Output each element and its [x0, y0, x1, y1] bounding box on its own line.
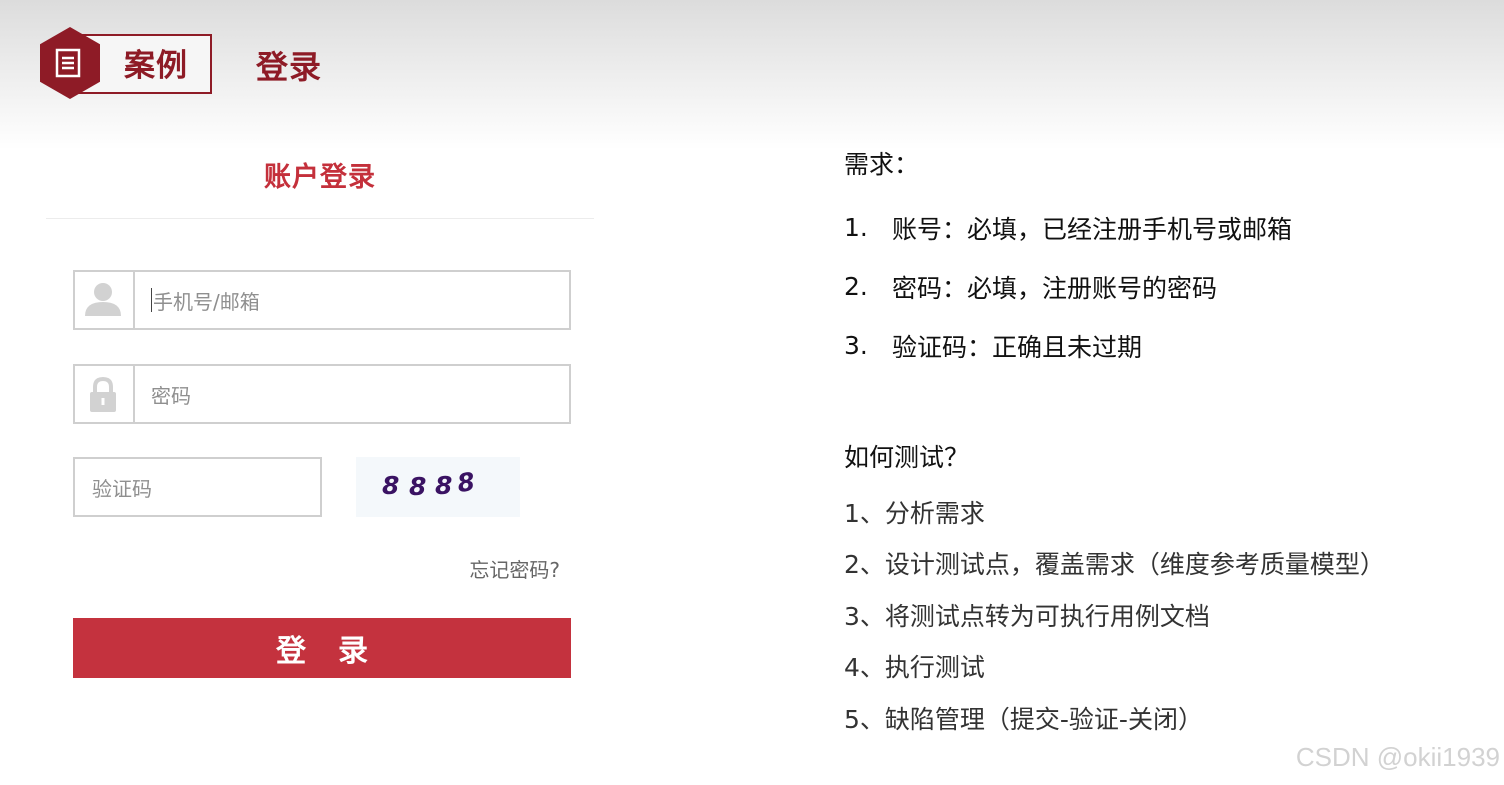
account-field-icon-box	[75, 272, 135, 328]
login-button[interactable]: 登录	[73, 618, 571, 678]
requirement-text: 验证码：正确且未过期	[892, 332, 1143, 362]
how-to-test-heading: 如何测试？	[844, 443, 970, 472]
header-background	[0, 0, 1504, 150]
case-badge-label: 案例	[124, 48, 188, 84]
page-title: 登录	[256, 48, 323, 86]
test-steps-list: 1、分析需求 2、设计测试点，覆盖需求（维度参考质量模型） 3、将测试点转为可执…	[844, 486, 1385, 744]
captcha-image[interactable]: 8 8 8 8	[356, 457, 520, 517]
watermark: CSDN @okii1939	[1295, 742, 1500, 772]
account-field-text[interactable]: 手机号/邮箱	[151, 272, 260, 328]
captcha-field[interactable]: 验证码	[73, 457, 322, 517]
requirements-heading: 需求：	[844, 150, 920, 179]
requirement-item: 2. 密码：必填，注册账号的密码	[844, 257, 1292, 316]
requirement-item: 3. 验证码：正确且未过期	[844, 316, 1292, 375]
captcha-placeholder: 验证码	[92, 476, 152, 501]
account-placeholder: 手机号/邮箱	[153, 289, 260, 314]
requirements-list: 1. 账号：必填，已经注册手机号或邮箱 2. 密码：必填，注册账号的密码 3. …	[844, 198, 1292, 375]
svg-text:8: 8	[409, 472, 426, 501]
document-icon	[55, 48, 81, 78]
test-step-item: 5、缺陷管理（提交-验证-关闭）	[844, 704, 1203, 734]
password-field-icon-box	[75, 366, 135, 422]
captcha-graphic: 8 8 8 8	[382, 467, 477, 501]
forgot-password-link[interactable]: 忘记密码?	[440, 554, 560, 583]
requirement-text: 账号：必填，已经注册手机号或邮箱	[892, 214, 1293, 244]
svg-text:8: 8	[382, 471, 399, 500]
svg-text:8: 8	[435, 471, 452, 500]
test-step-item: 1、分析需求	[844, 498, 985, 528]
requirement-text: 密码：必填，注册账号的密码	[892, 273, 1218, 303]
test-step-item: 2、设计测试点，覆盖需求（维度参考质量模型）	[844, 550, 1385, 580]
test-step-item: 4、执行测试	[844, 653, 985, 683]
text-caret	[151, 288, 152, 312]
panel-divider	[46, 218, 594, 219]
user-icon	[85, 283, 121, 316]
lock-icon	[90, 376, 116, 412]
requirement-number: 2.	[844, 272, 868, 301]
password-placeholder: 密码	[151, 383, 191, 408]
login-panel-title: 账户登录	[264, 162, 376, 193]
test-step-item: 3、将测试点转为可执行用例文档	[844, 601, 1210, 631]
requirement-number: 3.	[844, 331, 868, 360]
password-field[interactable]: 密码	[73, 364, 571, 424]
requirement-item: 1. 账号：必填，已经注册手机号或邮箱	[844, 198, 1292, 257]
svg-text:8: 8	[455, 467, 476, 498]
account-field[interactable]: 手机号/邮箱	[73, 270, 571, 330]
requirement-number: 1.	[844, 213, 868, 242]
